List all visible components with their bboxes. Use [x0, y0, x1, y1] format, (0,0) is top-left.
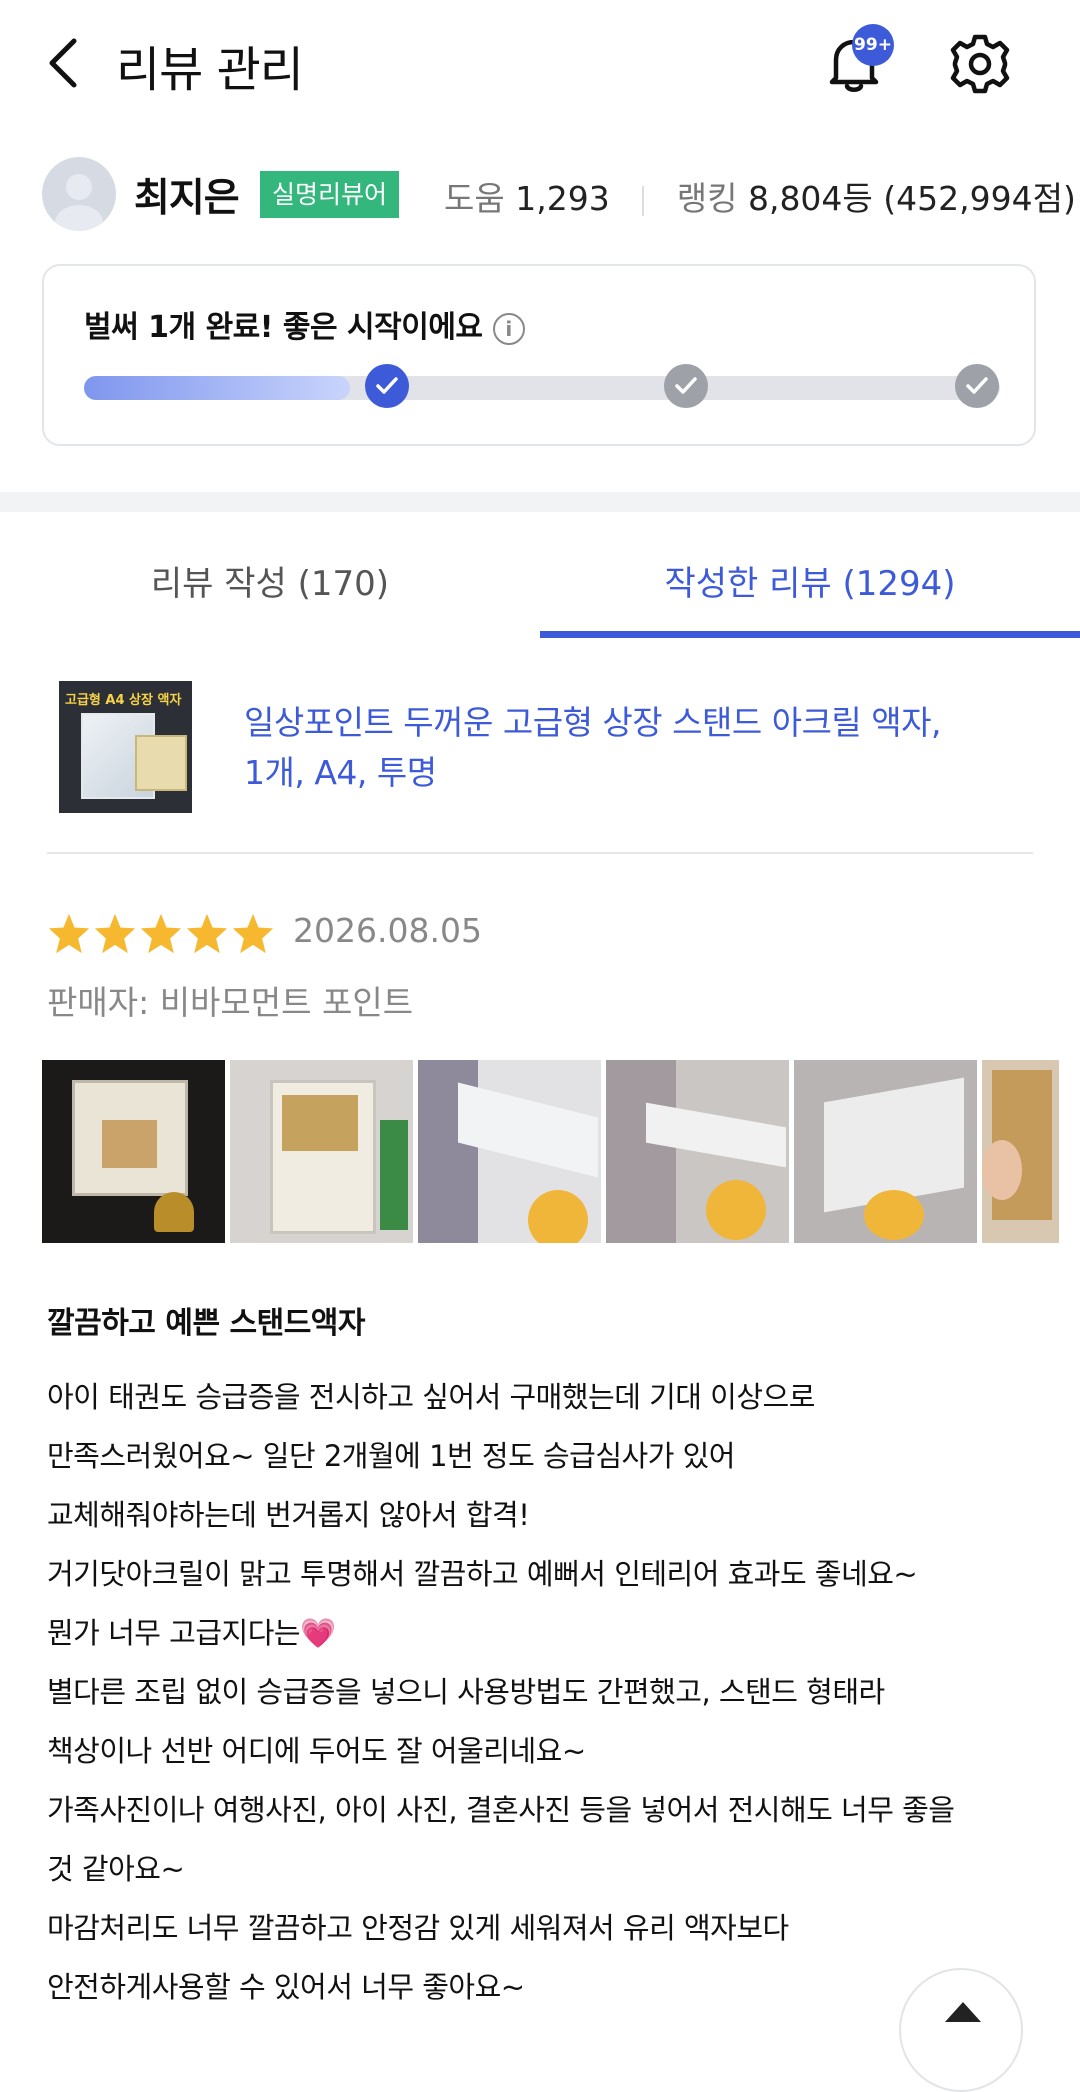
thumbnail-certificate-shape: [135, 735, 187, 791]
tab-write-review[interactable]: 리뷰 작성 (170): [0, 556, 540, 605]
back-arrow-icon[interactable]: [40, 35, 90, 91]
review-photo-3[interactable]: [418, 1060, 601, 1243]
real-name-reviewer-badge: 실명리뷰어: [260, 171, 400, 218]
product-name-line-1: 일상포인트 두꺼운 고급형 상장 스탠드 아크릴 액자,: [244, 703, 942, 742]
divider: [47, 852, 1033, 854]
tab-written-reviews[interactable]: 작성한 리뷰 (1294): [540, 556, 1080, 605]
help-label: 도움: [444, 179, 505, 218]
review-line: 별다른 조립 없이 승급증을 넣으니 사용방법도 간편했고, 스탠드 형태라: [47, 1675, 885, 1709]
progress-message: 벌써 1개 완료! 좋은 시작이에요 i: [84, 302, 525, 346]
progress-step-1: [365, 364, 409, 408]
review-photo-4[interactable]: [606, 1060, 789, 1243]
thumbnail-caption: 고급형 A4 상장 액자: [65, 693, 182, 708]
product-name-line-2: 1개, A4, 투명: [244, 753, 437, 792]
review-line: 뭔가 너무 고급지다는💗: [47, 1616, 336, 1650]
review-line: 교체해줘야하는데 번거롭지 않아서 합격!: [47, 1498, 530, 1532]
star-icon: [186, 913, 228, 954]
ranking-value: 8,804등 (452,994점): [747, 179, 1076, 218]
gear-icon[interactable]: [948, 32, 1012, 96]
review-photo-5[interactable]: [794, 1060, 977, 1243]
review-photo-2[interactable]: [230, 1060, 413, 1243]
star-icon: [48, 913, 90, 954]
review-line: 책상이나 선반 어디에 두어도 잘 어울리네요~: [47, 1734, 586, 1768]
top-app-bar: 리뷰 관리 99+: [0, 0, 1080, 130]
review-photo-6[interactable]: [982, 1060, 1059, 1243]
ranking-label: 랭킹: [676, 179, 738, 218]
active-tab-indicator: [540, 631, 1080, 638]
review-line: 가족사진이나 여행사진, 아이 사진, 결혼사진 등을 넣어서 전시해도 너무 …: [47, 1793, 955, 1827]
star-icon: [232, 913, 274, 954]
review-progress-card: 벌써 1개 완료! 좋은 시작이에요 i: [42, 264, 1036, 446]
star-icon: [94, 913, 136, 954]
progress-step-2: [664, 364, 708, 408]
seller-name: 판매자: 비바모먼트 포인트: [47, 983, 414, 1022]
avatar: [42, 157, 116, 231]
stats-divider: [642, 185, 645, 216]
review-line: 것 같아요~: [47, 1852, 185, 1886]
reviewer-name: 최지은: [134, 176, 240, 221]
progress-fill: [84, 376, 350, 400]
page-title: 리뷰 관리: [116, 42, 304, 98]
chevron-up-icon: [945, 2002, 981, 2022]
star-rating: [47, 912, 275, 954]
default-user-icon: [55, 174, 103, 231]
info-icon[interactable]: i: [492, 312, 525, 345]
progress-track: [84, 376, 1000, 400]
review-body: 아이 태권도 승급증을 전시하고 싶어서 구매했는데 기대 이상으로 만족스러웠…: [47, 1368, 1047, 2017]
product-name-link[interactable]: 일상포인트 두꺼운 고급형 상장 스탠드 아크릴 액자, 1개, A4, 투명: [244, 698, 1024, 798]
review-line: 거기닷아크릴이 맑고 투명해서 깔끔하고 예뻐서 인테리어 효과도 좋네요~: [47, 1557, 918, 1591]
review-line: 안전하게사용할 수 있어서 너무 좋아요~: [47, 1970, 525, 2004]
scroll-to-top-button[interactable]: [899, 1968, 1023, 2092]
review-photo-1[interactable]: [42, 1060, 225, 1243]
notification-count-badge: 99+: [852, 24, 894, 66]
check-icon: [675, 377, 697, 394]
progress-step-3: [955, 364, 999, 408]
check-icon: [966, 377, 988, 394]
review-date: 2026.08.05: [293, 911, 482, 950]
help-count: 1,293: [515, 179, 610, 218]
progress-message-text: 벌써 1개 완료! 좋은 시작이에요: [84, 310, 483, 345]
review-line: 아이 태권도 승급증을 전시하고 싶어서 구매했는데 기대 이상으로: [47, 1380, 815, 1414]
check-icon: [376, 377, 398, 394]
product-thumbnail[interactable]: 고급형 A4 상장 액자: [59, 681, 192, 813]
review-title: 깔끔하고 예쁜 스탠드액자: [47, 1306, 366, 1341]
star-icon: [140, 913, 182, 954]
review-line: 마감처리도 너무 깔끔하고 안정감 있게 세워져서 유리 액자보다: [47, 1911, 789, 1945]
review-line: 만족스러웠어요~ 일단 2개월에 1번 정도 승급심사가 있어: [47, 1439, 735, 1473]
reviewer-stats: 도움 1,293 랭킹 8,804등 (452,994점): [444, 172, 1076, 220]
section-divider: [0, 492, 1080, 512]
